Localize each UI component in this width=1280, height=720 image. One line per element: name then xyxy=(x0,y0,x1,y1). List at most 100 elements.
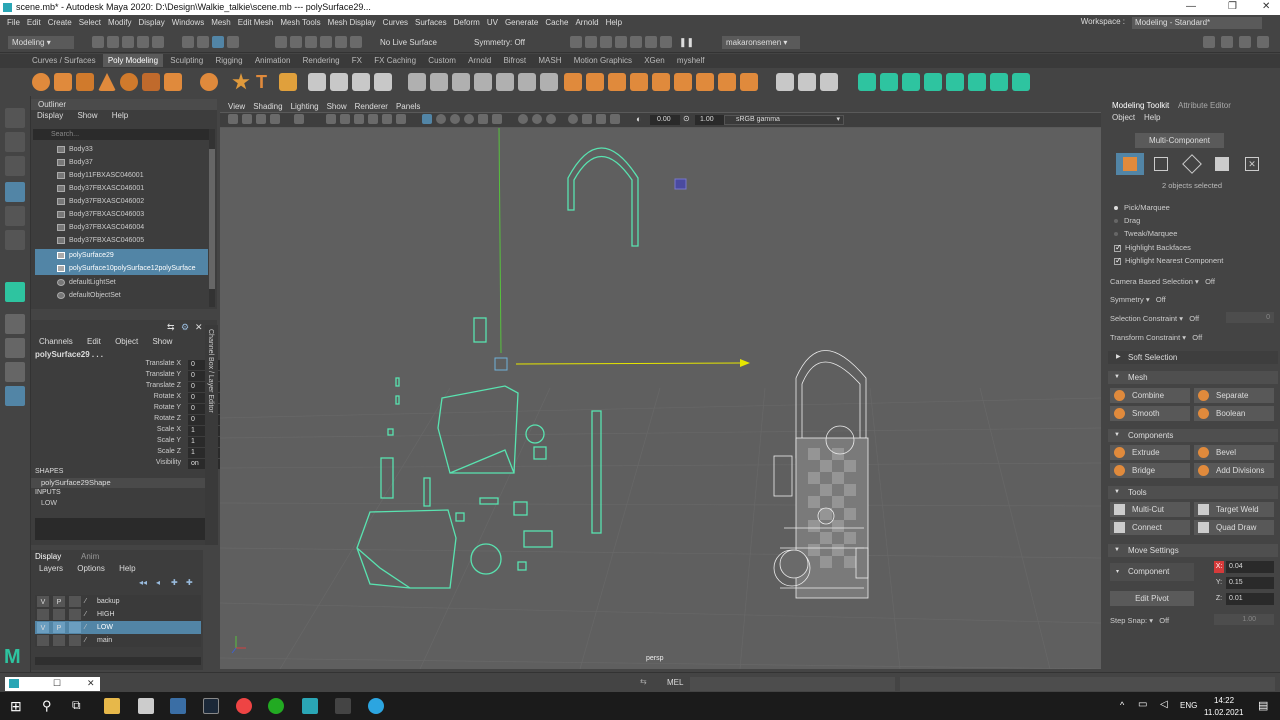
motion-blur-icon[interactable] xyxy=(532,114,542,124)
layer-tab-display[interactable]: Display xyxy=(35,552,61,561)
move-x-field[interactable]: 0.04 xyxy=(1226,561,1274,573)
live-surface-label[interactable]: No Live Surface xyxy=(380,38,437,47)
separate-button[interactable]: Separate xyxy=(1194,388,1274,403)
attribute-editor-toggle-icon[interactable] xyxy=(1221,36,1233,48)
fill-hole-icon[interactable] xyxy=(496,73,514,91)
mesh-section-header[interactable]: Mesh xyxy=(1108,371,1278,384)
menu-mesh-display[interactable]: Mesh Display xyxy=(328,18,376,27)
shelf-tab-poly-modeling[interactable]: Poly Modeling xyxy=(102,54,164,67)
channel-box-close-icon[interactable]: ✕ xyxy=(195,322,203,333)
smooth-shade-icon[interactable] xyxy=(436,114,446,124)
snap-live-icon[interactable] xyxy=(350,36,362,48)
target-weld-button[interactable]: Target Weld xyxy=(1194,502,1274,517)
highlight-nearest-checkbox[interactable]: Highlight Nearest Component xyxy=(1114,256,1223,265)
uv-cut-icon[interactable] xyxy=(1012,73,1030,91)
tray-expand-icon[interactable]: ^ xyxy=(1120,700,1124,710)
camera-select-icon[interactable] xyxy=(228,114,238,124)
hypershade-icon[interactable] xyxy=(645,36,657,48)
windows-start-icon[interactable]: ⊞ xyxy=(10,698,22,715)
poly-torus-icon[interactable] xyxy=(120,73,138,91)
multi-component-button[interactable]: Multi-Component xyxy=(1135,133,1224,148)
wedge-icon[interactable] xyxy=(674,73,692,91)
outliner-menu-help[interactable]: Help xyxy=(112,111,128,120)
anti-aliasing-icon[interactable] xyxy=(546,114,556,124)
viewport-menu-shading[interactable]: Shading xyxy=(253,102,282,111)
multi-cut-icon[interactable] xyxy=(776,73,794,91)
outliner-item[interactable]: Body37FBXASC046004 xyxy=(35,221,208,234)
collapse-icon[interactable] xyxy=(718,73,736,91)
workspace-dropdown[interactable]: Modeling - Standard* xyxy=(1132,17,1262,29)
select-component-icon[interactable] xyxy=(212,36,224,48)
viewport-menu-show[interactable]: Show xyxy=(327,102,347,111)
network-icon[interactable]: ▭ xyxy=(1138,699,1147,710)
open-scene-icon[interactable] xyxy=(107,36,119,48)
select-object-icon[interactable] xyxy=(197,36,209,48)
boolean-button[interactable]: Boolean xyxy=(1194,406,1274,421)
mode-dropdown[interactable]: Modeling ▾ xyxy=(8,36,74,49)
backface-culling-icon[interactable] xyxy=(610,114,620,124)
uv-mode-icon[interactable]: ✕ xyxy=(1245,157,1259,171)
toolkit-menu-help[interactable]: Help xyxy=(1144,113,1160,122)
step-snap-row[interactable]: Step Snap: ▾ Off xyxy=(1110,616,1169,625)
clock-date[interactable]: 11.02.2021 xyxy=(1204,708,1243,717)
tool-settings-toggle-icon[interactable] xyxy=(1239,36,1251,48)
script-editor-icon[interactable]: ⇆ xyxy=(640,677,647,686)
extrude-button[interactable]: Extrude xyxy=(1110,445,1190,460)
channel-box-settings-icon[interactable]: ⚙ xyxy=(181,322,189,333)
menu-edit-mesh[interactable]: Edit Mesh xyxy=(238,18,274,27)
components-section-header[interactable]: Components xyxy=(1108,429,1278,442)
menu-cache[interactable]: Cache xyxy=(545,18,568,27)
tab-modeling-toolkit[interactable]: Modeling Toolkit xyxy=(1112,101,1169,110)
shelf-tab-bifrost[interactable]: Bifrost xyxy=(498,54,531,67)
shelf-tab-fx[interactable]: FX xyxy=(347,54,367,67)
select-mask-icon[interactable] xyxy=(227,36,239,48)
layer-visibility-toggle[interactable] xyxy=(37,609,49,620)
layer-row[interactable]: ⁄ HIGH xyxy=(35,608,201,621)
merge-icon[interactable] xyxy=(740,73,758,91)
paint-select-tool-icon[interactable] xyxy=(5,156,25,176)
extrude-icon[interactable] xyxy=(564,73,582,91)
pick-marquee-radio[interactable]: Pick/Marquee xyxy=(1114,203,1170,212)
channel-box-toggle-icon[interactable]: ⇆ xyxy=(167,322,175,333)
layout-icon[interactable] xyxy=(5,282,25,302)
snap-view-icon[interactable] xyxy=(320,36,332,48)
menu-mesh[interactable]: Mesh xyxy=(211,18,231,27)
toolkit-menu-object[interactable]: Object xyxy=(1112,113,1135,122)
face-mode-icon[interactable] xyxy=(1215,157,1229,171)
connect-button[interactable]: Connect xyxy=(1110,520,1190,535)
exposure-field[interactable]: 0.00 xyxy=(650,115,680,125)
menu-uv[interactable]: UV xyxy=(487,18,498,27)
volume-icon[interactable]: ◁ xyxy=(1160,699,1168,710)
move-axis-dropdown[interactable]: ▾ Component xyxy=(1110,563,1194,581)
poly-plane-icon[interactable] xyxy=(142,73,160,91)
viewport-menu-view[interactable]: View xyxy=(228,102,245,111)
step-snap-field[interactable]: 1.00 xyxy=(1214,614,1274,625)
separate-icon[interactable] xyxy=(330,73,348,91)
save-scene-icon[interactable] xyxy=(122,36,134,48)
highlight-backfaces-checkbox[interactable]: Highlight Backfaces xyxy=(1114,243,1191,252)
type-text-icon[interactable]: T xyxy=(256,73,274,91)
color-space-dropdown[interactable]: sRGB gamma ▾ xyxy=(724,115,844,125)
select-tool-icon[interactable] xyxy=(5,108,25,128)
clock-time[interactable]: 14:22 xyxy=(1214,696,1234,705)
gamma-field[interactable]: 1.00 xyxy=(695,115,725,125)
outliner-menu-display[interactable]: Display xyxy=(37,111,63,120)
wireframe-on-shaded-icon[interactable] xyxy=(450,114,460,124)
tools-section-header[interactable]: Tools xyxy=(1108,486,1278,499)
mirror-icon[interactable] xyxy=(474,73,492,91)
film-gate-icon[interactable] xyxy=(340,114,350,124)
menu-arnold[interactable]: Arnold xyxy=(575,18,598,27)
svg-icon[interactable] xyxy=(279,73,297,91)
search-icon[interactable]: ⚲ xyxy=(42,698,52,714)
channel-menu-edit[interactable]: Edit xyxy=(87,337,101,346)
channel-menu-object[interactable]: Object xyxy=(115,337,138,346)
layer-visibility-toggle[interactable]: V xyxy=(37,596,49,607)
menu-file[interactable]: File xyxy=(7,18,20,27)
bevel-button[interactable]: Bevel xyxy=(1194,445,1274,460)
file-explorer-icon[interactable] xyxy=(104,698,120,714)
render-sequence-icon[interactable] xyxy=(600,36,612,48)
snap-point-icon[interactable] xyxy=(305,36,317,48)
layer-visibility-toggle[interactable]: V xyxy=(37,622,49,633)
layer-menu-help[interactable]: Help xyxy=(119,564,135,573)
outliner-item[interactable]: polySurface29 xyxy=(35,249,208,262)
